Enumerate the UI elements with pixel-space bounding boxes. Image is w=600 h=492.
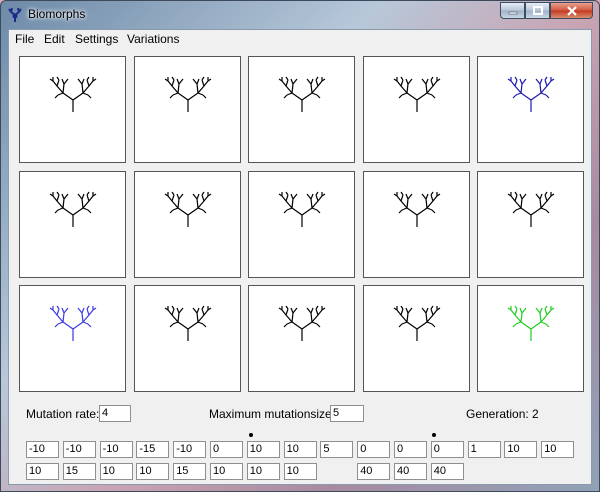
gene-marker [249, 433, 253, 437]
biomorph-cell[interactable] [19, 56, 126, 163]
gene-marker [432, 433, 436, 437]
menu-file[interactable]: File [15, 32, 34, 46]
gene-input[interactable]: -15 [136, 441, 170, 458]
gene-input[interactable]: -10 [26, 441, 59, 458]
gene-input[interactable]: 1 [467, 441, 501, 458]
gene-input[interactable]: 10 [99, 463, 133, 480]
mutation-rate-label: Mutation rate: [26, 407, 100, 421]
minimize-icon [508, 11, 517, 14]
biomorph-shape [164, 305, 211, 341]
gene-input[interactable]: 15 [173, 463, 207, 480]
title-bar[interactable]: Biomorphs [1, 1, 599, 29]
gene-input[interactable]: 5 [320, 441, 354, 458]
biomorph-cell[interactable] [19, 285, 126, 392]
app-window: Biomorphs File Edit Settings Variations … [0, 0, 600, 492]
gene-input[interactable]: 10 [504, 441, 538, 458]
menu-edit[interactable]: Edit [44, 32, 65, 46]
maximize-icon [532, 6, 543, 15]
gene-input[interactable]: -10 [62, 441, 96, 458]
biomorph-shape [507, 305, 555, 341]
generation-label: Generation: 2 [466, 407, 539, 421]
gene-input[interactable]: 10 [246, 441, 280, 458]
close-icon [566, 5, 577, 16]
gene-input[interactable]: 10 [210, 463, 243, 480]
gene-input[interactable]: 40 [357, 463, 391, 480]
biomorph-cell[interactable] [248, 56, 355, 163]
gene-input[interactable]: 10 [136, 463, 170, 480]
gene-input[interactable]: 40 [394, 463, 427, 480]
menu-variations[interactable]: Variations [127, 32, 179, 46]
gene-input[interactable]: 0 [210, 441, 243, 458]
biomorph-shape [507, 191, 555, 227]
biomorph-shape [393, 305, 440, 341]
gene-input[interactable]: 10 [246, 463, 280, 480]
client-area: File Edit Settings Variations Mutation r… [8, 29, 592, 485]
close-button[interactable] [550, 2, 593, 19]
biomorph-cell[interactable] [362, 170, 470, 278]
gene-input[interactable]: 10 [283, 463, 317, 480]
gene-input[interactable]: 0 [430, 441, 464, 458]
menu-bar: File Edit Settings Variations [9, 30, 591, 49]
biomorph-cell[interactable] [133, 56, 241, 163]
minimize-button[interactable] [500, 2, 525, 19]
gene-input[interactable]: -10 [173, 441, 207, 458]
biomorph-shape [49, 76, 97, 112]
biomorph-cell[interactable] [362, 285, 470, 392]
biomorph-shape [278, 305, 326, 341]
biomorph-cell[interactable] [477, 56, 584, 163]
max-mutation-size-input[interactable]: 5 [330, 405, 364, 422]
gene-input[interactable]: 10 [541, 441, 575, 458]
biomorph-app-icon [8, 7, 22, 22]
biomorph-shape [278, 76, 326, 112]
gene-input[interactable]: 10 [283, 441, 317, 458]
gene-input[interactable]: 0 [394, 441, 427, 458]
max-mutation-size-label: Maximum mutationsize: [209, 407, 336, 421]
biomorph-shape [164, 76, 211, 112]
gene-input[interactable]: 10 [26, 463, 59, 480]
biomorph-cell[interactable] [133, 285, 241, 392]
mutation-rate-input[interactable]: 4 [99, 405, 131, 422]
biomorph-cell[interactable] [477, 285, 584, 392]
window-title: Biomorphs [28, 7, 86, 21]
biomorph-cell[interactable] [19, 170, 126, 278]
biomorph-shape [49, 305, 97, 341]
biomorph-shape [278, 191, 326, 227]
biomorph-cell[interactable] [133, 170, 241, 278]
biomorph-shape [49, 191, 97, 227]
biomorph-shape [393, 191, 440, 227]
biomorph-cell[interactable] [477, 170, 584, 278]
biomorph-cell[interactable] [362, 56, 470, 163]
maximize-button[interactable] [525, 2, 550, 19]
menu-settings[interactable]: Settings [75, 32, 118, 46]
biomorph-shape [507, 76, 555, 112]
gene-input[interactable]: 40 [430, 463, 464, 480]
biomorph-cell[interactable] [248, 170, 355, 278]
biomorph-shape [393, 76, 440, 112]
biomorph-shape [164, 191, 211, 227]
biomorph-cell[interactable] [248, 285, 355, 392]
gene-input[interactable]: -10 [99, 441, 133, 458]
gene-input[interactable]: 0 [357, 441, 391, 458]
gene-input[interactable]: 15 [62, 463, 96, 480]
